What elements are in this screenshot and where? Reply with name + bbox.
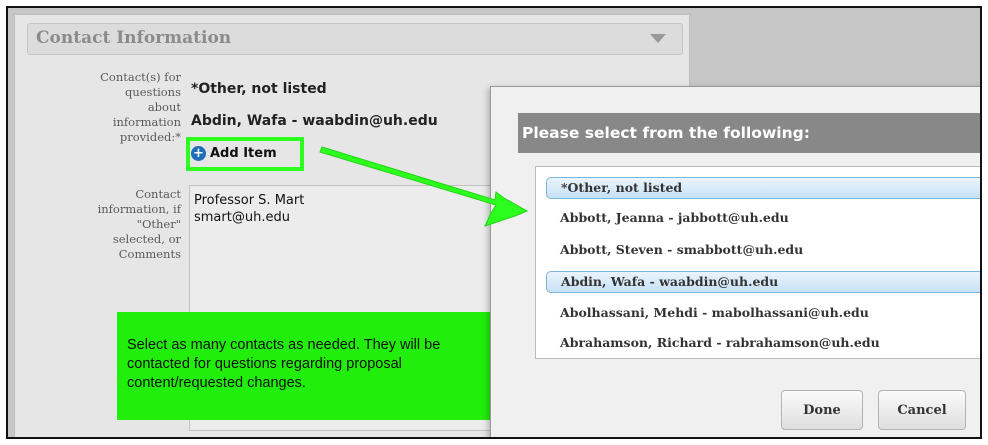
screenshot-frame: Contact Information Contact(s) for quest… xyxy=(6,6,982,439)
annotation-arrow xyxy=(319,146,529,227)
